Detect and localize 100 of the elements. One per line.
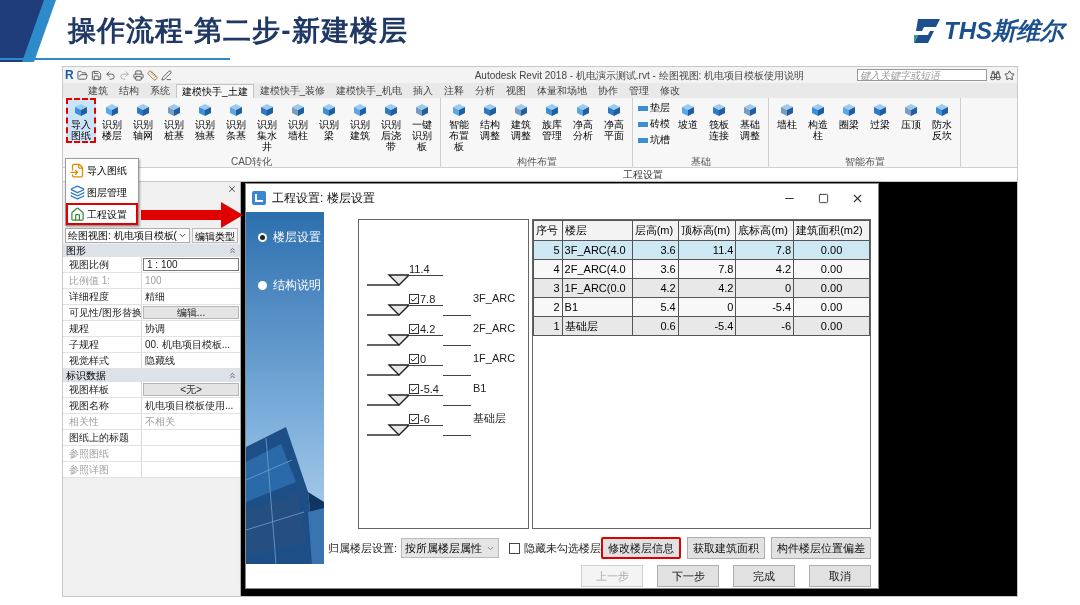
ribbon-button[interactable]: 识别集水井 [252, 98, 282, 154]
ribbon-button[interactable]: 识别建筑 [345, 98, 375, 143]
ribbon-tab[interactable]: 管理 [623, 84, 654, 98]
ruler-icon[interactable] [146, 69, 158, 81]
radio-option[interactable]: 结构说明 [258, 276, 324, 294]
ribbon-tab[interactable]: 注释 [438, 84, 469, 98]
section-header[interactable]: 图形 [63, 244, 240, 257]
ribbon-button[interactable]: 过梁 [865, 98, 895, 132]
ribbon-button[interactable]: 识别后浇带 [376, 98, 406, 154]
checkbox[interactable] [409, 324, 419, 334]
menu-item[interactable]: 导入图纸 [66, 159, 138, 181]
ribbon-button[interactable]: 建筑调整 [506, 98, 536, 143]
checkbox[interactable] [409, 354, 419, 364]
ribbon-button[interactable]: 净高分析 [568, 98, 598, 143]
ribbon-button[interactable]: 砖模 [636, 116, 672, 131]
table-cell: 3F_ARC(4.0 [562, 240, 633, 260]
binoculars-icon[interactable] [990, 69, 1001, 81]
column-header[interactable]: 层高(m) [632, 220, 679, 241]
menu-item[interactable]: 图层管理 [66, 181, 138, 203]
column-header[interactable]: 楼层 [562, 220, 633, 241]
block-icon [259, 102, 275, 118]
ribbon-tab[interactable]: 结构 [114, 84, 144, 98]
ribbon-button[interactable]: 基础调整 [735, 98, 765, 143]
property-value: 精细 [144, 290, 166, 303]
ribbon-tab[interactable]: 系统 [145, 84, 175, 98]
dialog-button[interactable]: 构件楼层位置偏差 [771, 537, 871, 559]
ribbon-button[interactable]: 筏板连接 [704, 98, 734, 143]
pen-icon[interactable] [160, 69, 172, 81]
dialog-button[interactable]: 完成 [733, 565, 795, 587]
block-icon [903, 102, 919, 118]
ribbon-button[interactable]: 墙柱 [772, 98, 802, 132]
ribbon-tab[interactable]: 体量和场地 [531, 84, 592, 98]
maximize-icon[interactable] [818, 192, 829, 204]
block-icon [321, 102, 337, 118]
ribbon-tab[interactable]: 插入 [407, 84, 438, 98]
ribbon-tab[interactable]: 协作 [592, 84, 623, 98]
column-header[interactable]: 顶标高(m) [678, 220, 736, 241]
ribbon-button[interactable]: 识别条基 [221, 98, 251, 143]
radio-option[interactable]: 楼层设置 [258, 228, 324, 246]
ribbon-tab[interactable]: 建筑 [83, 84, 113, 98]
folder-icon[interactable] [76, 69, 88, 81]
dialog-button[interactable]: 下一步 [657, 565, 719, 587]
ribbon-button[interactable]: 识别独基 [190, 98, 220, 143]
ribbon-tab[interactable]: 分析 [469, 84, 500, 98]
ribbon-button[interactable]: 圈梁 [834, 98, 864, 132]
checkbox[interactable] [409, 414, 419, 424]
group-label: 基础 [689, 156, 712, 167]
menu-item[interactable]: 工程设置 [66, 203, 138, 225]
ribbon-button[interactable]: 垫层 [636, 100, 672, 115]
table-cell: 0 [678, 297, 736, 317]
value-field[interactable]: 1 : 100 [143, 258, 239, 271]
property-label: 参照详图 [69, 463, 109, 476]
ribbon-button[interactable]: 识别墙柱 [283, 98, 313, 143]
ribbon-button[interactable]: 导入图纸 [66, 98, 96, 143]
undo-icon[interactable] [104, 69, 116, 81]
ribbon-tab[interactable]: 建模快手_机电 [331, 84, 407, 98]
property-button[interactable]: <无> [143, 383, 239, 396]
ribbon-button[interactable]: 坡道 [673, 98, 703, 132]
star-icon[interactable] [1004, 69, 1015, 81]
check-icon [410, 294, 418, 304]
level-value: -5.4 [420, 383, 439, 395]
ribbon-button[interactable]: 压顶 [896, 98, 926, 132]
column-header[interactable]: 建筑面积(m2) [793, 220, 870, 241]
dialog-button[interactable]: 修改楼层信息 [601, 537, 682, 559]
type-selector[interactable]: 绘图视图: 机电项目模板( [65, 227, 190, 243]
block-icon [352, 102, 368, 118]
ribbon-button[interactable]: 一键识别板 [407, 98, 437, 154]
save-icon[interactable] [90, 69, 102, 81]
section-header[interactable]: 标识数据 [63, 369, 240, 382]
ribbon-tab[interactable]: 建模快手_装修 [254, 84, 331, 98]
ribbon-button[interactable]: 智能布置板 [444, 98, 474, 154]
assign-label: 归属楼层设置: [328, 540, 398, 556]
ribbon-button[interactable]: 构造柱 [803, 98, 833, 143]
ribbon-button[interactable]: 族库管理 [537, 98, 567, 143]
dialog-button[interactable]: 获取建筑面积 [687, 537, 765, 559]
assign-select[interactable]: 按所属楼层属性 [401, 538, 500, 558]
search-field[interactable]: 键入关键字或短语 [857, 69, 987, 81]
ribbon-button[interactable]: 识别梁 [314, 98, 344, 143]
ribbon-button[interactable]: 识别轴网 [128, 98, 158, 143]
ribbon-button[interactable]: 净高平面 [599, 98, 629, 143]
ribbon-button[interactable]: 防水反坎 [927, 98, 957, 143]
printer-icon[interactable] [132, 69, 144, 81]
block-icon [934, 102, 950, 118]
ribbon-button[interactable]: 识别桩基 [159, 98, 189, 143]
checkbox[interactable] [409, 294, 419, 304]
column-header[interactable]: 序号 [533, 220, 563, 241]
checkbox-option[interactable]: 隐藏未勾选楼层 [509, 539, 602, 557]
ribbon-tab[interactable]: 视图 [500, 84, 531, 98]
close-icon[interactable] [227, 184, 237, 194]
ribbon-button[interactable]: 结构调整 [475, 98, 505, 143]
ribbon-tab[interactable]: 修改 [654, 84, 685, 98]
property-label: 视图名称 [69, 399, 109, 412]
edit-type-button[interactable]: 编辑类型 [192, 227, 238, 243]
ribbon-button[interactable]: 识别楼层 [97, 98, 127, 143]
ribbon-button[interactable]: 坑槽 [636, 132, 672, 147]
column-header[interactable]: 底标高(m) [735, 220, 794, 241]
dialog-button[interactable]: 取消 [809, 565, 871, 587]
property-button[interactable]: 编辑... [143, 306, 239, 319]
ribbon-tab[interactable]: 建模快手_土建 [176, 84, 254, 98]
checkbox[interactable] [409, 384, 419, 394]
